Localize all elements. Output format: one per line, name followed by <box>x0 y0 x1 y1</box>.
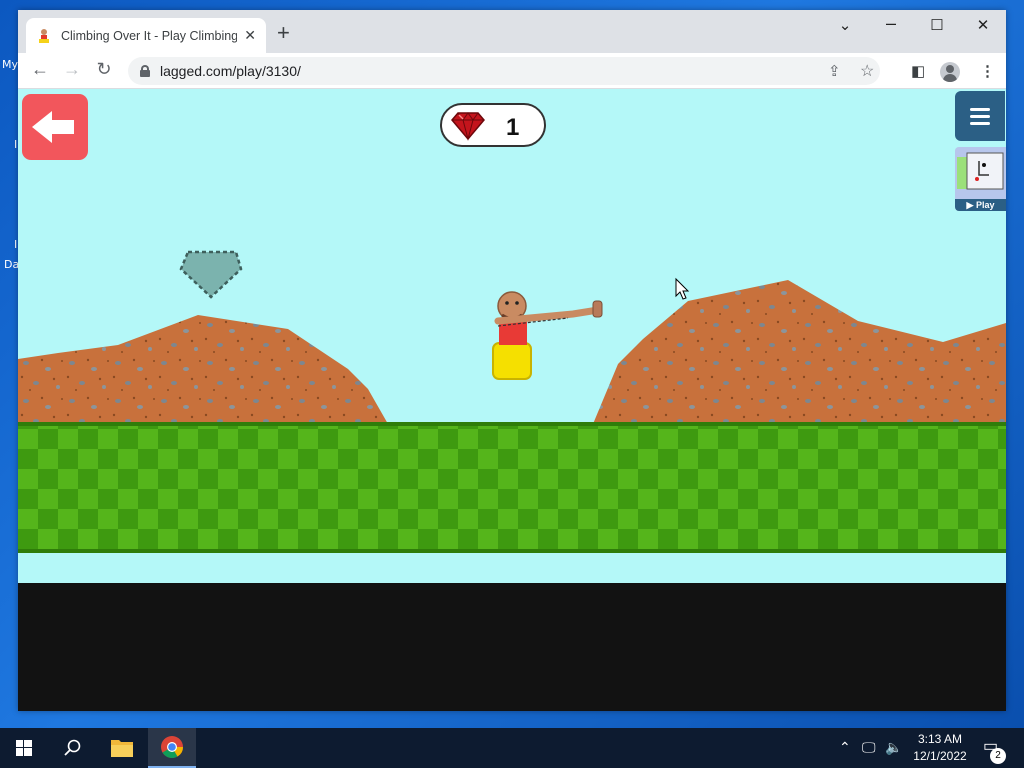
game-canvas[interactable] <box>18 89 1006 583</box>
left-dirt-hill <box>18 315 388 424</box>
more-menu-icon[interactable]: ⋮ <box>980 62 995 80</box>
bookmark-star-icon[interactable]: ☆ <box>860 61 874 81</box>
profile-avatar-icon[interactable] <box>940 62 960 82</box>
lock-icon <box>140 65 150 77</box>
arrow-left-icon <box>32 111 74 143</box>
hamburger-menu-icon <box>970 108 990 111</box>
game-back-button[interactable] <box>22 94 88 160</box>
player-character <box>492 291 603 380</box>
share-icon[interactable]: ⇪ <box>828 62 841 80</box>
gem-target-outline-icon <box>179 250 243 299</box>
notification-count-badge: 2 <box>990 748 1006 764</box>
tab-title: Climbing Over It - Play Climbing <box>61 28 237 43</box>
desktop-icon-label[interactable]: Da <box>4 258 19 271</box>
yellow-pot <box>492 342 532 380</box>
promo-thumbnail <box>955 147 1006 199</box>
promo-play-label: ▶ Play <box>955 199 1006 211</box>
ground-edge-top <box>18 422 1006 426</box>
clock-date: 12/1/2022 <box>913 749 967 763</box>
folder-icon <box>111 740 133 757</box>
search-button[interactable] <box>48 728 96 768</box>
desktop-icon-label[interactable]: I <box>14 138 17 151</box>
side-panel-icon[interactable]: ◧ <box>911 62 925 80</box>
browser-toolbar: ← → ↻ lagged.com/play/3130/ ⇪ ☆ ◧ ⋮ <box>18 53 1006 89</box>
game-viewport[interactable]: 1 ▶ Play <box>18 89 1006 711</box>
browser-tab[interactable]: Climbing Over It - Play Climbing ✕ <box>26 18 266 53</box>
right-dirt-hill <box>593 280 1006 424</box>
taskbar-clock[interactable]: 3:13 AM 12/1/2022 <box>902 731 978 765</box>
minimize-button[interactable]: – <box>876 13 906 34</box>
clock-time: 3:13 AM <box>917 732 963 746</box>
taskbar: ⌃ 🖵 🔈 3:13 AM 12/1/2022 ▭ 2 <box>0 728 1024 768</box>
chrome-icon <box>161 736 183 758</box>
promo-game-tile[interactable]: ▶ Play <box>955 147 1006 211</box>
start-button[interactable] <box>0 728 48 768</box>
climber-favicon-icon <box>36 28 52 44</box>
url-text: lagged.com/play/3130/ <box>160 63 301 79</box>
checkered-grass-ground <box>18 426 1006 549</box>
game-menu-button[interactable] <box>955 91 1005 141</box>
chrome-taskbar-button[interactable] <box>148 728 196 768</box>
back-arrow-icon[interactable]: ← <box>28 59 52 80</box>
forward-arrow-icon[interactable]: → <box>60 59 84 80</box>
maximize-button[interactable]: ☐ <box>922 16 952 34</box>
desktop-icon-label[interactable]: My <box>2 58 18 71</box>
show-hidden-icons-chevron-icon[interactable]: ⌃ <box>839 739 851 756</box>
search-icon <box>64 739 81 756</box>
game-letterbox <box>18 583 1006 711</box>
mouse-pointer-icon <box>675 277 690 300</box>
browser-window: Climbing Over It - Play Climbing ✕ + ⌄ –… <box>18 10 1006 711</box>
file-explorer-button[interactable] <box>98 728 146 768</box>
volume-icon[interactable]: 🔈 <box>885 739 902 756</box>
close-window-button[interactable]: ✕ <box>968 16 998 34</box>
close-icon[interactable]: ✕ <box>244 27 256 44</box>
ground-edge-bottom <box>18 549 1006 553</box>
desktop-icon-label[interactable]: I <box>14 238 17 251</box>
tab-strip: Climbing Over It - Play Climbing ✕ + ⌄ –… <box>18 10 1006 53</box>
windows-logo-icon <box>16 740 32 756</box>
address-bar[interactable]: lagged.com/play/3130/ ⇪ ☆ <box>128 57 880 85</box>
new-tab-button[interactable]: + <box>277 22 290 44</box>
gem-count: 1 <box>506 114 520 141</box>
gem-counter: 1 <box>440 103 546 147</box>
hammer-head-icon <box>592 300 603 318</box>
reload-icon[interactable]: ↻ <box>92 59 116 80</box>
tab-search-chevron-icon[interactable]: ⌄ <box>830 16 860 34</box>
network-icon[interactable]: 🖵 <box>862 739 876 756</box>
ruby-gem-icon <box>451 112 485 141</box>
